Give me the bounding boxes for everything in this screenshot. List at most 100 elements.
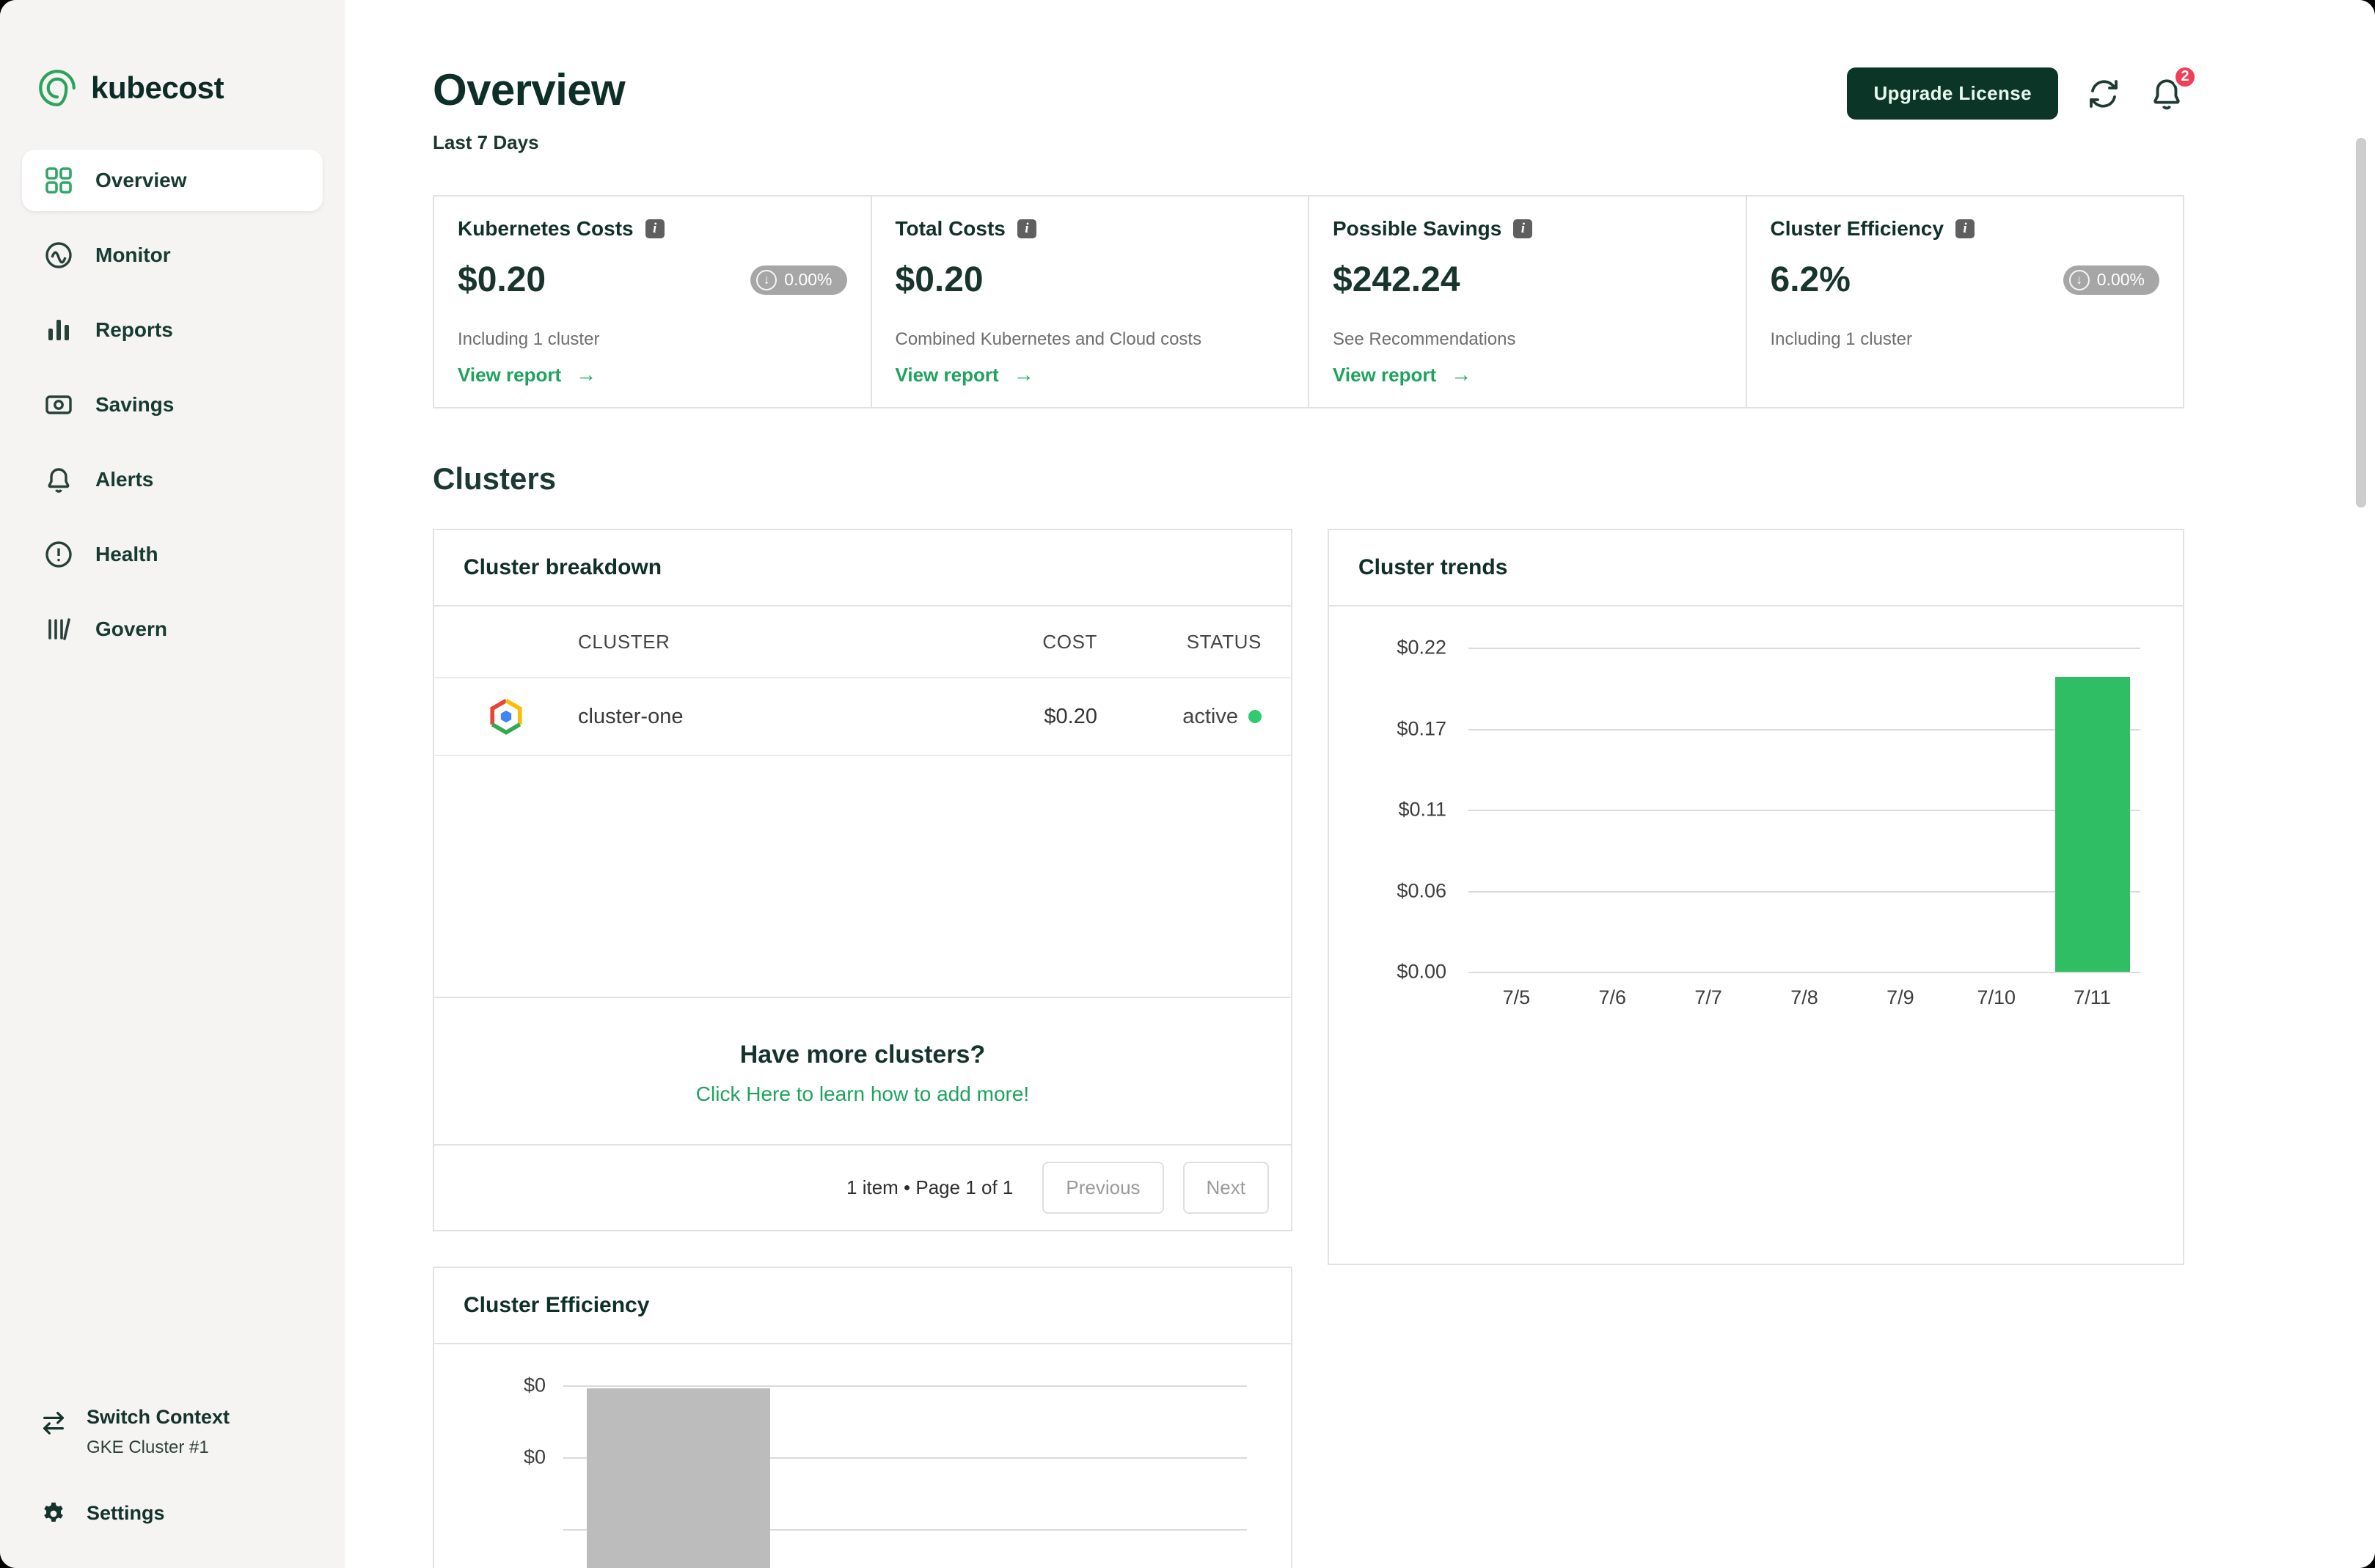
info-icon[interactable]: i <box>1513 219 1533 238</box>
refresh-icon[interactable] <box>2086 76 2121 111</box>
clusters-panels: Cluster breakdown CLUSTER COST STATUS cl… <box>433 529 2184 1568</box>
pagination-info: 1 item • Page 1 of 1 <box>846 1176 1014 1198</box>
stat-card: Possible Savings i $242.24 See Recommend… <box>1308 197 1746 407</box>
view-report-link[interactable]: View report → <box>458 363 847 386</box>
page-title: Overview <box>433 65 626 114</box>
x-axis-label: 7/9 <box>1887 986 1914 1008</box>
cluster-breakdown-panel: Cluster breakdown CLUSTER COST STATUS cl… <box>433 529 1292 1231</box>
x-axis-label: 7/5 <box>1502 986 1531 1008</box>
kubecost-logo-icon <box>37 67 78 109</box>
y-axis-label: $0.17 <box>1397 717 1446 739</box>
cluster-efficiency-title: Cluster Efficiency <box>434 1268 1291 1344</box>
table-row[interactable]: cluster-one $0.20 active <box>434 678 1291 756</box>
x-axis-label: 7/7 <box>1694 986 1722 1008</box>
monitor-icon <box>44 241 73 270</box>
stat-title: Total Costs <box>895 217 1006 240</box>
sidebar-item-alerts[interactable]: Alerts <box>22 449 323 510</box>
sidebar-nav: Overview Monitor Reports Savings Alerts … <box>22 150 323 673</box>
view-report-link[interactable]: View report → <box>896 363 1285 386</box>
cluster-trends-title: Cluster trends <box>1329 530 2183 607</box>
arrow-right-icon: → <box>1451 363 1472 386</box>
arrow-down-icon: ↓ <box>2068 269 2090 290</box>
trend-bar-7/11 <box>2054 677 2130 972</box>
view-report-link[interactable]: View report → <box>1333 363 1722 386</box>
notification-badge[interactable]: 2 <box>2173 64 2197 89</box>
stat-note: Including 1 cluster <box>1770 329 1912 349</box>
stat-card: Cluster Efficiency i 6.2% ↓ 0.00% Includ… <box>1745 197 2184 407</box>
stat-note: See Recommendations <box>1333 329 1516 349</box>
breakdown-table-body: cluster-one $0.20 active <box>434 678 1291 756</box>
column-cost[interactable]: COST <box>936 631 1097 653</box>
grid-icon <box>44 166 73 195</box>
stat-title: Cluster Efficiency <box>1770 217 1944 240</box>
savings-icon <box>44 390 73 420</box>
more-clusters-block: Have more clusters? Click Here to learn … <box>434 998 1291 1146</box>
column-cluster[interactable]: CLUSTER <box>578 631 936 653</box>
stat-card: Total Costs i $0.20 Combined Kubernetes … <box>870 197 1309 407</box>
info-icon[interactable]: i <box>1955 219 1975 238</box>
bar-chart-icon <box>44 315 73 345</box>
add-clusters-link[interactable]: Click Here to learn how to add more! <box>434 1082 1291 1106</box>
y-axis-label: $0.11 <box>1398 798 1446 821</box>
arrow-right-icon: → <box>1013 363 1034 386</box>
cluster-efficiency-panel: Cluster Efficiency $0 $0 <box>433 1267 1292 1568</box>
sidebar-item-settings[interactable]: Settings <box>40 1499 305 1527</box>
breakdown-table-header: CLUSTER COST STATUS <box>434 607 1291 678</box>
topbar: Overview Last 7 Days Upgrade License 2 <box>433 0 2197 154</box>
sidebar-item-health[interactable]: Health <box>22 524 323 585</box>
column-status[interactable]: STATUS <box>1097 631 1262 653</box>
sidebar-item-reports[interactable]: Reports <box>22 299 323 361</box>
kubecost-logo-text: kubecost <box>91 70 224 105</box>
info-icon[interactable]: i <box>645 219 665 238</box>
topbar-actions: Upgrade License 2 <box>1847 64 2197 120</box>
y-axis-label: $0.00 <box>1397 960 1446 983</box>
govern-icon <box>44 615 73 644</box>
sidebar-item-monitor[interactable]: Monitor <box>22 224 323 286</box>
gridline <box>1468 972 2140 973</box>
cluster-breakdown-title: Cluster breakdown <box>434 530 1291 607</box>
y-axis-label: $0.22 <box>1397 636 1446 659</box>
gke-cluster-icon <box>434 697 578 736</box>
stats-row: Kubernetes Costs i $0.20 ↓ 0.00% Includi… <box>433 195 2184 409</box>
info-icon[interactable]: i <box>1017 219 1036 238</box>
gear-icon <box>40 1499 67 1527</box>
gridline <box>1468 648 2140 649</box>
health-icon <box>44 540 73 569</box>
sidebar: kubecost Overview Monitor Reports Saving… <box>0 0 345 1568</box>
cell-status: active <box>1097 705 1262 729</box>
sidebar-item-savings[interactable]: Savings <box>22 374 323 436</box>
bell-icon <box>44 465 73 494</box>
status-dot <box>1248 710 1262 723</box>
stat-title: Possible Savings <box>1333 217 1502 240</box>
vertical-scrollbar-thumb[interactable] <box>2356 138 2366 508</box>
change-pill: ↓ 0.00% <box>2063 265 2159 295</box>
upgrade-license-button[interactable]: Upgrade License <box>1847 67 2058 120</box>
efficiency-bar <box>587 1388 770 1568</box>
arrow-down-icon: ↓ <box>756 269 777 290</box>
sidebar-bottom: Switch Context GKE Cluster #1 Settings <box>22 1406 323 1527</box>
stat-title: Kubernetes Costs <box>458 217 634 240</box>
kubecost-app: kubecost Overview Monitor Reports Saving… <box>0 0 2375 1568</box>
switch-context-value: GKE Cluster #1 <box>87 1437 209 1457</box>
switch-context[interactable]: Switch Context GKE Cluster #1 <box>40 1406 305 1458</box>
sidebar-item-govern[interactable]: Govern <box>22 598 323 660</box>
next-page-button[interactable]: Next <box>1182 1162 1269 1214</box>
gridline <box>563 1385 1247 1387</box>
date-range-label: Last 7 Days <box>433 131 539 153</box>
more-clusters-title: Have more clusters? <box>739 1041 986 1069</box>
stat-note: Including 1 cluster <box>458 329 600 349</box>
cell-cost: $0.20 <box>1044 704 1097 728</box>
kubecost-logo[interactable]: kubecost <box>37 67 308 109</box>
switch-arrows-icon <box>40 1409 67 1437</box>
gridline <box>1468 890 2140 893</box>
cluster-trends-panel: Cluster trends $0.22 $0.17 $0.11 $0.06 $0.00… <box>1328 529 2184 1265</box>
stat-value: 6.2% <box>1770 260 1851 299</box>
clusters-heading: Clusters <box>433 461 557 496</box>
previous-page-button[interactable]: Previous <box>1042 1162 1164 1214</box>
gridline <box>1468 728 2140 730</box>
sidebar-item-overview[interactable]: Overview <box>22 150 323 211</box>
stat-value: $0.20 <box>458 260 546 299</box>
pagination-bar: 1 item • Page 1 of 1 Previous Next <box>434 1146 1291 1230</box>
stat-value: $242.24 <box>1333 260 1460 299</box>
stat-card: Kubernetes Costs i $0.20 ↓ 0.00% Includi… <box>434 197 871 407</box>
